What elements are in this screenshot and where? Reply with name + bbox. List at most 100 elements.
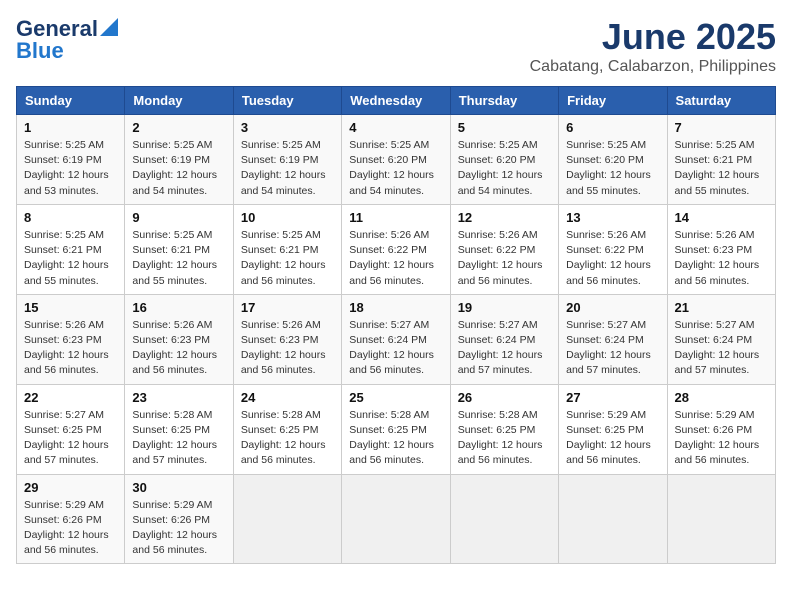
day-number: 7 <box>675 120 768 135</box>
day-number: 20 <box>566 300 659 315</box>
table-row: 17 Sunrise: 5:26 AMSunset: 6:23 PMDayligh… <box>233 294 341 384</box>
calendar-week-row: 15 Sunrise: 5:26 AMSunset: 6:23 PMDayligh… <box>17 294 776 384</box>
day-number: 24 <box>241 390 334 405</box>
header-thursday: Thursday <box>450 87 558 115</box>
table-row: 15 Sunrise: 5:26 AMSunset: 6:23 PMDayligh… <box>17 294 125 384</box>
day-detail: Sunrise: 5:29 AMSunset: 6:26 PMDaylight:… <box>675 408 768 469</box>
page-header: General Blue June 2025 Cabatang, Calabar… <box>16 16 776 76</box>
table-row: 18Sunrise: 5:27 AMSunset: 6:24 PMDayligh… <box>342 294 450 384</box>
day-number: 17 <box>241 300 334 315</box>
day-detail: Sunrise: 5:28 AMSunset: 6:25 PMDaylight:… <box>349 408 442 469</box>
table-row: 7 Sunrise: 5:25 AMSunset: 6:21 PMDaylight… <box>667 115 775 205</box>
day-number: 21 <box>675 300 768 315</box>
day-number: 28 <box>675 390 768 405</box>
day-detail: Sunrise: 5:27 AMSunset: 6:24 PMDaylight:… <box>566 318 659 379</box>
day-number: 9 <box>132 210 225 225</box>
day-detail: Sunrise: 5:27 AMSunset: 6:25 PMDaylight:… <box>24 408 117 469</box>
day-number: 1 <box>24 120 117 135</box>
header-sunday: Sunday <box>17 87 125 115</box>
table-row: 2 Sunrise: 5:25 AMSunset: 6:19 PMDaylight… <box>125 115 233 205</box>
table-row: 25 Sunrise: 5:28 AMSunset: 6:25 PMDayligh… <box>342 384 450 474</box>
table-row: 1 Sunrise: 5:25 AMSunset: 6:19 PMDaylight… <box>17 115 125 205</box>
table-row: 5Sunrise: 5:25 AMSunset: 6:20 PMDaylight… <box>450 115 558 205</box>
day-detail: Sunrise: 5:25 AMSunset: 6:21 PMDaylight:… <box>24 228 117 289</box>
table-row: 23 Sunrise: 5:28 AMSunset: 6:25 PMDayligh… <box>125 384 233 474</box>
table-row: 3Sunrise: 5:25 AMSunset: 6:19 PMDaylight… <box>233 115 341 205</box>
calendar-week-row: 1 Sunrise: 5:25 AMSunset: 6:19 PMDaylight… <box>17 115 776 205</box>
day-detail: Sunrise: 5:26 AMSunset: 6:23 PMDaylight:… <box>241 318 334 379</box>
header-friday: Friday <box>559 87 667 115</box>
day-detail: Sunrise: 5:29 AMSunset: 6:26 PMDaylight:… <box>132 498 225 559</box>
table-row <box>559 474 667 564</box>
day-number: 29 <box>24 480 117 495</box>
day-detail: Sunrise: 5:26 AMSunset: 6:23 PMDaylight:… <box>132 318 225 379</box>
day-detail: Sunrise: 5:26 AMSunset: 6:22 PMDaylight:… <box>349 228 442 289</box>
day-detail: Sunrise: 5:26 AMSunset: 6:22 PMDaylight:… <box>566 228 659 289</box>
table-row: 6 Sunrise: 5:25 AMSunset: 6:20 PMDaylight… <box>559 115 667 205</box>
logo: General Blue <box>16 16 118 64</box>
day-number: 22 <box>24 390 117 405</box>
calendar-week-row: 22 Sunrise: 5:27 AMSunset: 6:25 PMDayligh… <box>17 384 776 474</box>
calendar-subtitle: Cabatang, Calabarzon, Philippines <box>530 58 776 76</box>
table-row <box>667 474 775 564</box>
day-number: 27 <box>566 390 659 405</box>
day-detail: Sunrise: 5:25 AMSunset: 6:21 PMDaylight:… <box>241 228 334 289</box>
day-number: 6 <box>566 120 659 135</box>
day-number: 14 <box>675 210 768 225</box>
day-detail: Sunrise: 5:28 AMSunset: 6:25 PMDaylight:… <box>132 408 225 469</box>
day-number: 26 <box>458 390 551 405</box>
header-monday: Monday <box>125 87 233 115</box>
calendar-week-row: 8 Sunrise: 5:25 AMSunset: 6:21 PMDaylight… <box>17 204 776 294</box>
day-number: 23 <box>132 390 225 405</box>
header-saturday: Saturday <box>667 87 775 115</box>
table-row: 4Sunrise: 5:25 AMSunset: 6:20 PMDaylight… <box>342 115 450 205</box>
table-row: 8 Sunrise: 5:25 AMSunset: 6:21 PMDaylight… <box>17 204 125 294</box>
day-detail: Sunrise: 5:25 AMSunset: 6:20 PMDaylight:… <box>566 138 659 199</box>
table-row: 19 Sunrise: 5:27 AMSunset: 6:24 PMDayligh… <box>450 294 558 384</box>
calendar-header-row: Sunday Monday Tuesday Wednesday Thursday… <box>17 87 776 115</box>
day-detail: Sunrise: 5:26 AMSunset: 6:22 PMDaylight:… <box>458 228 551 289</box>
day-number: 2 <box>132 120 225 135</box>
day-number: 10 <box>241 210 334 225</box>
day-detail: Sunrise: 5:26 AMSunset: 6:23 PMDaylight:… <box>24 318 117 379</box>
day-detail: Sunrise: 5:28 AMSunset: 6:25 PMDaylight:… <box>458 408 551 469</box>
table-row: 10 Sunrise: 5:25 AMSunset: 6:21 PMDayligh… <box>233 204 341 294</box>
table-row: 9 Sunrise: 5:25 AMSunset: 6:21 PMDaylight… <box>125 204 233 294</box>
table-row: 20 Sunrise: 5:27 AMSunset: 6:24 PMDayligh… <box>559 294 667 384</box>
day-detail: Sunrise: 5:27 AMSunset: 6:24 PMDaylight:… <box>675 318 768 379</box>
day-detail: Sunrise: 5:26 AMSunset: 6:23 PMDaylight:… <box>675 228 768 289</box>
day-detail: Sunrise: 5:25 AMSunset: 6:19 PMDaylight:… <box>241 138 334 199</box>
day-number: 5 <box>458 120 551 135</box>
calendar-title: June 2025 <box>530 16 776 58</box>
day-detail: Sunrise: 5:29 AMSunset: 6:25 PMDaylight:… <box>566 408 659 469</box>
day-number: 19 <box>458 300 551 315</box>
day-number: 13 <box>566 210 659 225</box>
day-detail: Sunrise: 5:25 AMSunset: 6:20 PMDaylight:… <box>349 138 442 199</box>
day-detail: Sunrise: 5:25 AMSunset: 6:19 PMDaylight:… <box>132 138 225 199</box>
table-row: 21 Sunrise: 5:27 AMSunset: 6:24 PMDayligh… <box>667 294 775 384</box>
day-number: 8 <box>24 210 117 225</box>
day-number: 18 <box>349 300 442 315</box>
day-number: 25 <box>349 390 442 405</box>
day-detail: Sunrise: 5:25 AMSunset: 6:19 PMDaylight:… <box>24 138 117 199</box>
day-number: 16 <box>132 300 225 315</box>
logo-triangle-icon <box>100 18 118 36</box>
header-wednesday: Wednesday <box>342 87 450 115</box>
day-detail: Sunrise: 5:27 AMSunset: 6:24 PMDaylight:… <box>458 318 551 379</box>
day-detail: Sunrise: 5:25 AMSunset: 6:21 PMDaylight:… <box>132 228 225 289</box>
table-row: 26 Sunrise: 5:28 AMSunset: 6:25 PMDayligh… <box>450 384 558 474</box>
table-row: 30 Sunrise: 5:29 AMSunset: 6:26 PMDayligh… <box>125 474 233 564</box>
table-row: 16 Sunrise: 5:26 AMSunset: 6:23 PMDayligh… <box>125 294 233 384</box>
day-detail: Sunrise: 5:25 AMSunset: 6:21 PMDaylight:… <box>675 138 768 199</box>
table-row: 14 Sunrise: 5:26 AMSunset: 6:23 PMDayligh… <box>667 204 775 294</box>
header-tuesday: Tuesday <box>233 87 341 115</box>
logo-blue: Blue <box>16 38 64 64</box>
table-row: 13 Sunrise: 5:26 AMSunset: 6:22 PMDayligh… <box>559 204 667 294</box>
day-number: 15 <box>24 300 117 315</box>
table-row: 12Sunrise: 5:26 AMSunset: 6:22 PMDayligh… <box>450 204 558 294</box>
table-row: 29Sunrise: 5:29 AMSunset: 6:26 PMDayligh… <box>17 474 125 564</box>
table-row: 28 Sunrise: 5:29 AMSunset: 6:26 PMDayligh… <box>667 384 775 474</box>
day-number: 30 <box>132 480 225 495</box>
table-row <box>233 474 341 564</box>
table-row: 22 Sunrise: 5:27 AMSunset: 6:25 PMDayligh… <box>17 384 125 474</box>
